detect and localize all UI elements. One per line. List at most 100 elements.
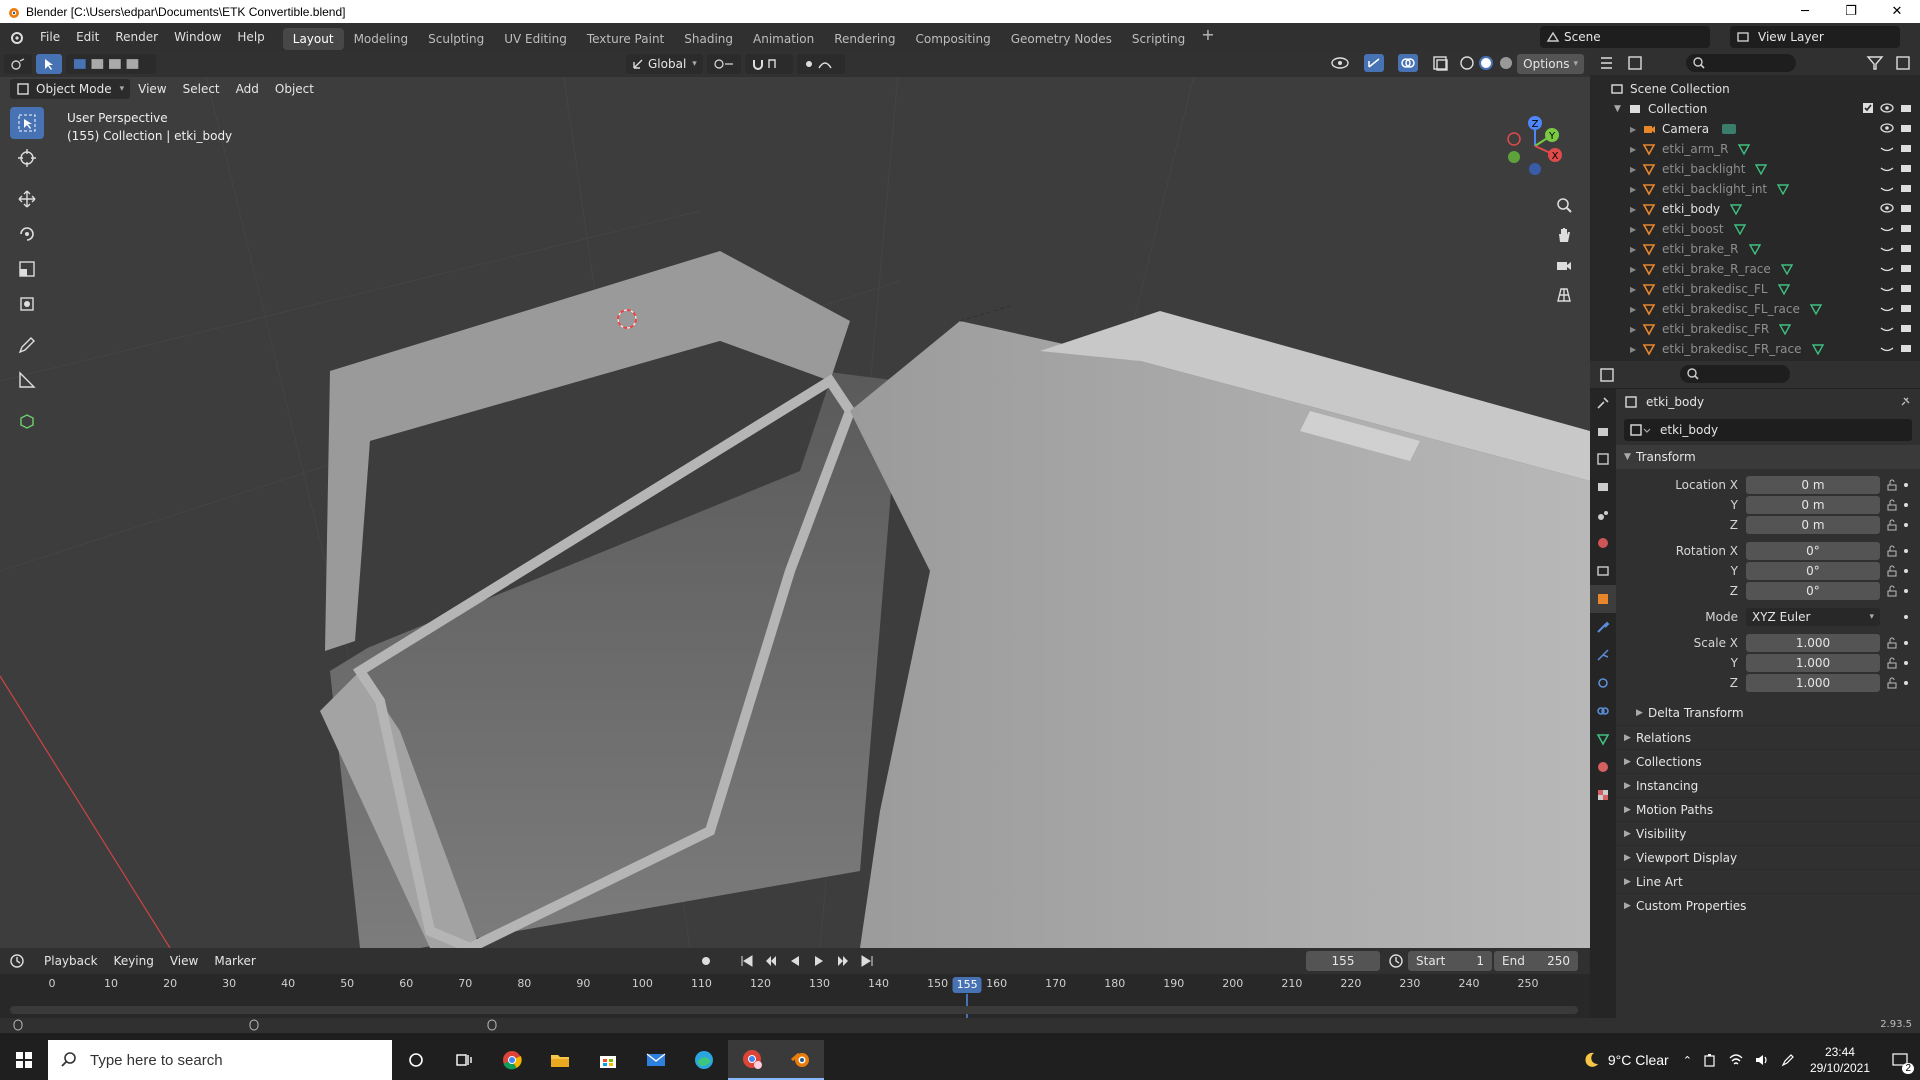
menu-select[interactable]: Select bbox=[175, 82, 228, 96]
expand-arrow-icon[interactable]: ▶ bbox=[1630, 265, 1642, 274]
property-panel-line-art[interactable]: ▶ Line Art bbox=[1616, 869, 1920, 893]
pin-icon[interactable] bbox=[1898, 395, 1912, 409]
collection-row[interactable]: ▼ Collection bbox=[1590, 99, 1920, 119]
cortana-icon[interactable] bbox=[392, 1040, 440, 1080]
lock-icon[interactable] bbox=[1886, 479, 1898, 491]
expand-arrow-icon[interactable]: ▶ bbox=[1630, 125, 1642, 134]
menu-view[interactable]: View bbox=[130, 82, 174, 96]
selection-modes[interactable] bbox=[66, 54, 156, 74]
tab-sculpting[interactable]: Sculpting bbox=[418, 28, 494, 50]
properties-editor-icon[interactable] bbox=[1598, 366, 1626, 384]
property-panel-motion-paths[interactable]: ▶ Motion Paths bbox=[1616, 797, 1920, 821]
checkbox-icon[interactable] bbox=[1862, 102, 1874, 114]
transform-panel-header[interactable]: ▼ Transform bbox=[1616, 445, 1920, 469]
options-button[interactable]: Options ▾ bbox=[1517, 54, 1584, 74]
outliner-item[interactable]: ▶ etki_brakedisc_FL bbox=[1590, 279, 1920, 299]
eye-icon[interactable] bbox=[1880, 102, 1894, 114]
volume-icon[interactable] bbox=[1754, 1052, 1770, 1068]
overlays-toggle-icon[interactable] bbox=[1398, 54, 1424, 72]
outliner-item[interactable]: ▶ etki_body bbox=[1590, 199, 1920, 219]
camera-render-icon[interactable] bbox=[1900, 262, 1912, 274]
3d-viewport[interactable]: Global ▾ Options ▾ Object Mode ▾ View Se… bbox=[0, 51, 1590, 948]
pivot-dropdown[interactable] bbox=[706, 54, 741, 74]
property-panel-collections[interactable]: ▶ Collections bbox=[1616, 749, 1920, 773]
expand-arrow-icon[interactable]: ▶ bbox=[1630, 285, 1642, 294]
keyframe-dot-icon[interactable] bbox=[1904, 483, 1908, 487]
eye-closed-icon[interactable] bbox=[1880, 342, 1894, 354]
rotate-tool[interactable] bbox=[10, 218, 44, 250]
play-icon[interactable] bbox=[812, 954, 826, 968]
eye-icon[interactable] bbox=[1880, 122, 1894, 134]
select-box-mode-button[interactable] bbox=[36, 54, 62, 74]
new-collection-icon[interactable] bbox=[1894, 54, 1912, 72]
lock-icon[interactable] bbox=[1886, 545, 1898, 557]
blender-taskbar-icon[interactable] bbox=[776, 1040, 824, 1080]
eye-closed-icon[interactable] bbox=[1880, 182, 1894, 194]
xray-toggle-icon[interactable] bbox=[1432, 54, 1450, 72]
camera-render-icon[interactable] bbox=[1900, 202, 1912, 214]
outliner-item[interactable]: ▶ etki_backlight bbox=[1590, 159, 1920, 179]
editor-type-button[interactable] bbox=[4, 54, 32, 74]
minimize-button[interactable]: ─ bbox=[1782, 0, 1828, 23]
menu-help[interactable]: Help bbox=[229, 23, 272, 51]
prev-keyframe-icon[interactable] bbox=[764, 954, 778, 968]
constraints-tab[interactable] bbox=[1590, 697, 1616, 725]
lock-icon[interactable] bbox=[1886, 585, 1898, 597]
data-tab[interactable] bbox=[1590, 725, 1616, 753]
keyframe-dot-icon[interactable] bbox=[1904, 549, 1908, 553]
proportional-editing-toggle[interactable] bbox=[796, 54, 845, 74]
display-mode-icon[interactable] bbox=[1626, 54, 1654, 72]
expand-arrow-icon[interactable]: ▼ bbox=[1614, 104, 1628, 114]
expand-arrow-icon[interactable]: ▶ bbox=[1630, 205, 1642, 214]
outliner-item[interactable]: ▶ Camera bbox=[1590, 119, 1920, 139]
outliner-item[interactable]: ▶ etki_brake_R_race bbox=[1590, 259, 1920, 279]
measure-tool[interactable] bbox=[10, 364, 44, 396]
view-layer-tab[interactable] bbox=[1590, 473, 1616, 501]
eye-closed-icon[interactable] bbox=[1880, 222, 1894, 234]
expand-arrow-icon[interactable]: ▶ bbox=[1630, 245, 1642, 254]
select-box-tool[interactable] bbox=[10, 107, 44, 139]
keyframe-dot-icon[interactable] bbox=[1904, 503, 1908, 507]
location-x-field[interactable]: 0 m bbox=[1746, 476, 1880, 494]
move-tool[interactable] bbox=[10, 183, 44, 215]
menu-render[interactable]: Render bbox=[107, 23, 166, 51]
lock-icon[interactable] bbox=[1886, 677, 1898, 689]
outliner-search-input[interactable] bbox=[1686, 54, 1796, 72]
rotation-z-field[interactable]: 0° bbox=[1746, 582, 1880, 600]
delta-transform-subpanel[interactable]: ▶ Delta Transform bbox=[1616, 701, 1920, 725]
menu-marker[interactable]: Marker bbox=[206, 954, 263, 968]
maximize-button[interactable]: ❐ bbox=[1828, 0, 1874, 23]
scene-tab[interactable] bbox=[1590, 501, 1616, 529]
current-frame-field[interactable]: 155 bbox=[1306, 951, 1380, 971]
modifier-tab[interactable] bbox=[1590, 613, 1616, 641]
expand-arrow-icon[interactable]: ▶ bbox=[1630, 345, 1642, 354]
play-reverse-icon[interactable] bbox=[788, 954, 802, 968]
tab-animation[interactable]: Animation bbox=[743, 28, 824, 50]
keyframe-dot-icon[interactable] bbox=[1904, 615, 1908, 619]
tab-shading[interactable]: Shading bbox=[674, 28, 743, 50]
store-icon[interactable] bbox=[584, 1040, 632, 1080]
camera-render-icon[interactable] bbox=[1900, 142, 1912, 154]
keyframe-dot-icon[interactable] bbox=[1904, 523, 1908, 527]
scale-y-field[interactable]: 1.000 bbox=[1746, 654, 1880, 672]
outliner-item[interactable]: ▶ etki_brake_R bbox=[1590, 239, 1920, 259]
next-keyframe-icon[interactable] bbox=[836, 954, 850, 968]
eye-closed-icon[interactable] bbox=[1880, 162, 1894, 174]
scale-z-field[interactable]: 1.000 bbox=[1746, 674, 1880, 692]
tool-tab[interactable] bbox=[1590, 389, 1616, 417]
menu-add[interactable]: Add bbox=[228, 82, 267, 96]
menu-object[interactable]: Object bbox=[267, 82, 322, 96]
battery-icon[interactable] bbox=[1702, 1052, 1718, 1068]
mail-icon[interactable] bbox=[632, 1040, 680, 1080]
expand-arrow-icon[interactable]: ▶ bbox=[1630, 305, 1642, 314]
end-frame-field[interactable]: End 250 bbox=[1494, 951, 1578, 971]
camera-render-icon[interactable] bbox=[1900, 342, 1912, 354]
tab-scripting[interactable]: Scripting bbox=[1122, 28, 1195, 50]
clock-icon[interactable] bbox=[1388, 953, 1404, 969]
rotation-mode-dropdown[interactable]: XYZ Euler ▾ bbox=[1746, 608, 1880, 626]
cursor-tool[interactable] bbox=[10, 142, 44, 174]
transform-tool[interactable] bbox=[10, 288, 44, 320]
eye-closed-icon[interactable] bbox=[1880, 262, 1894, 274]
weather-text[interactable]: 9°C Clear bbox=[1608, 1052, 1669, 1068]
keyframe-dot-icon[interactable] bbox=[1904, 661, 1908, 665]
